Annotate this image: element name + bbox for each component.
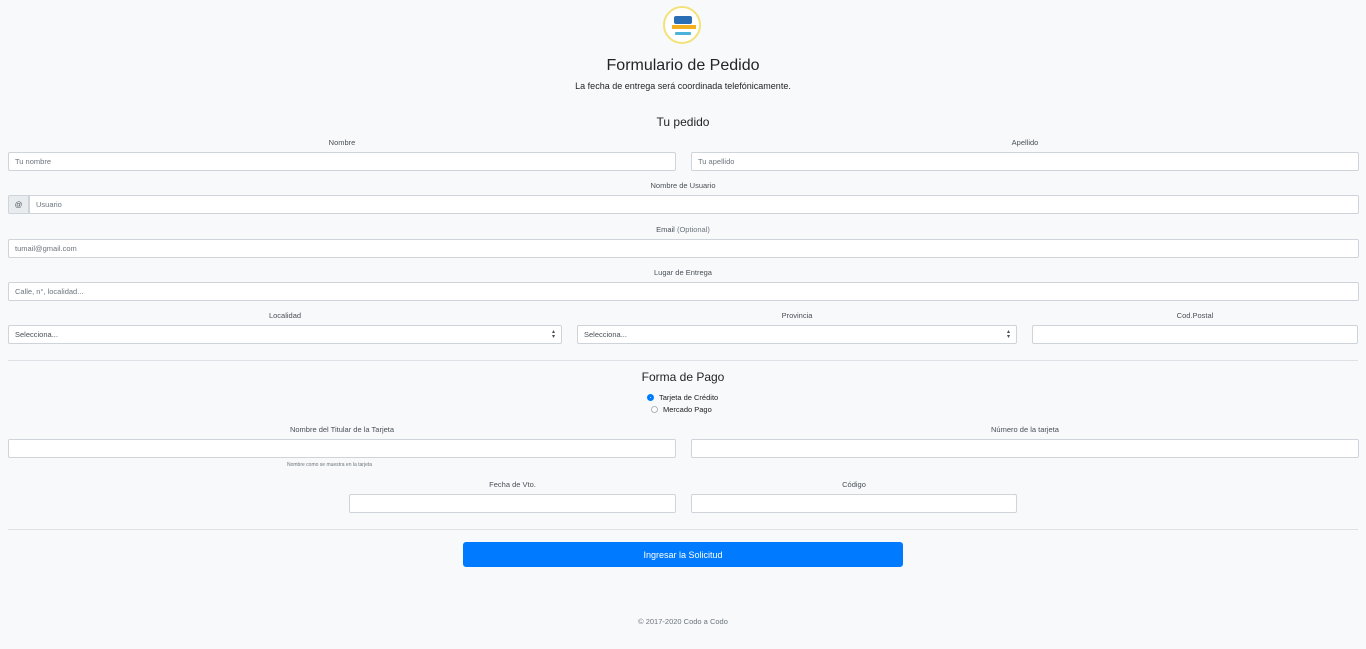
last-name-input[interactable]: Tu apellido (691, 152, 1359, 171)
email-label-text: Email (656, 225, 675, 234)
section-divider (8, 529, 1358, 530)
province-label: Provincia (781, 311, 813, 320)
username-at-prefix: @ (8, 195, 29, 214)
select-arrows-icon: ▴ ▾ (551, 328, 555, 340)
radio-unchecked-icon[interactable] (651, 406, 658, 413)
payment-option-credit-card[interactable]: Tarjeta de Crédito (647, 393, 718, 402)
postal-code-label: Cod.Postal (1176, 311, 1214, 320)
username-placeholder: Usuario (36, 200, 62, 209)
section-divider (8, 360, 1358, 361)
footer-copyright: © 2017-2020 Codo a Codo (638, 617, 728, 626)
card-number-input[interactable] (691, 439, 1359, 458)
province-selected-value: Selecciona... (584, 330, 627, 339)
payment-option-label: Tarjeta de Crédito (659, 393, 719, 402)
address-input[interactable]: Calle, n°, localidad... (8, 282, 1359, 301)
expiry-input[interactable] (349, 494, 676, 513)
email-optional-text: (Optional) (676, 225, 710, 234)
email-input[interactable]: tumail@gmail.com (8, 239, 1359, 258)
submit-button[interactable]: Ingresar la Solicitud (463, 542, 903, 567)
card-holder-help: Nombre como se muestra en la tarjeta (287, 462, 373, 468)
expiry-label: Fecha de Vto. (489, 480, 536, 489)
province-select[interactable]: Selecciona... ▴ ▾ (577, 325, 1017, 344)
last-name-label: Apellido (1011, 138, 1039, 147)
locality-label: Localidad (268, 311, 302, 320)
payment-option-label: Mercado Pago (663, 405, 712, 414)
postal-code-input[interactable] (1032, 325, 1358, 344)
last-name-placeholder: Tu apellido (698, 157, 735, 166)
code-label: Código (842, 480, 866, 489)
order-section-title: Tu pedido (656, 115, 710, 129)
email-label: Email (Optional) (8, 225, 1358, 234)
username-input[interactable]: Usuario (29, 195, 1359, 214)
code-input[interactable] (691, 494, 1017, 513)
select-arrows-icon: ▴ ▾ (1006, 328, 1010, 340)
codo-a-codo-logo-icon (663, 6, 701, 44)
first-name-input[interactable]: Tu nombre (8, 152, 676, 171)
username-label: Nombre de Usuario (650, 181, 716, 190)
address-placeholder: Calle, n°, localidad... (15, 287, 84, 296)
first-name-placeholder: Tu nombre (15, 157, 51, 166)
card-holder-label: Nombre del Titular de la Tarjeta (289, 425, 395, 434)
locality-select[interactable]: Selecciona... ▴ ▾ (8, 325, 562, 344)
payment-option-mercado-pago[interactable]: Mercado Pago (651, 405, 712, 414)
card-number-label: Número de la tarjeta (991, 425, 1059, 434)
radio-checked-icon[interactable] (647, 394, 654, 401)
payment-section-title: Forma de Pago (641, 370, 725, 384)
page-subtitle: La fecha de entrega será coordinada tele… (575, 81, 791, 91)
card-holder-input[interactable] (8, 439, 676, 458)
locality-selected-value: Selecciona... (15, 330, 58, 339)
address-label: Lugar de Entrega (654, 268, 712, 277)
page-title: Formulario de Pedido (606, 57, 760, 74)
first-name-label: Nombre (328, 138, 356, 147)
email-placeholder: tumail@gmail.com (15, 244, 77, 253)
